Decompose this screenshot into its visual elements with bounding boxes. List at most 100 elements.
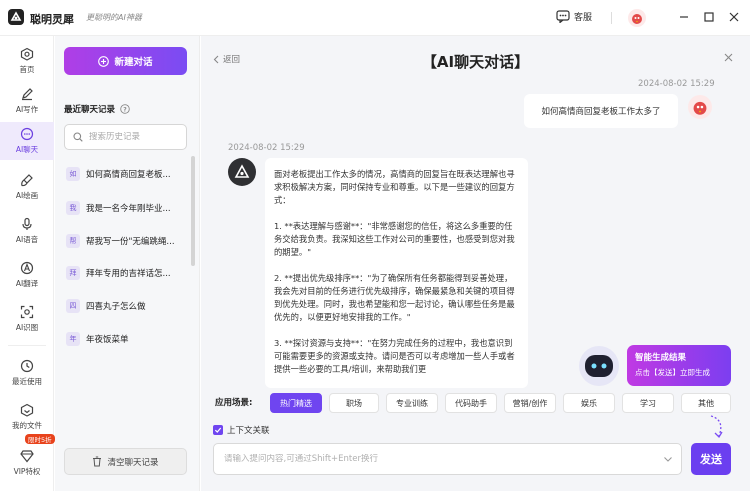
svg-text:?: ?	[123, 106, 127, 113]
bot-paragraph: 2. **提出优先级排序**："为了确保所有任务都能得到妥善处理，我会先对目前的…	[274, 273, 515, 322]
customer-service-button[interactable]: 客服	[556, 10, 592, 23]
history-item-badge: 如	[66, 167, 80, 181]
history-scrollbar[interactable]	[191, 156, 195, 266]
nav-item-ai-painting[interactable]: AI绘画	[0, 168, 54, 206]
image-recognition-icon	[20, 305, 34, 319]
history-item[interactable]: 四 四喜丸子怎么做	[66, 295, 190, 317]
bot-paragraph: 1. **表达理解与感谢**："非常感谢您的信任，将这么多重要的任务交给我负责。…	[274, 221, 515, 257]
context-toggle[interactable]: 上下文关联	[213, 424, 270, 436]
history-search[interactable]	[64, 124, 187, 150]
history-item-badge: 年	[66, 332, 80, 346]
maximize-button[interactable]	[702, 10, 716, 24]
user-message-time: 2024-08-02 15:29	[638, 79, 715, 89]
bot-paragraph: 3. **探讨资源与支持**："在努力完成任务的过程中，我也意识到可能需要更多的…	[274, 338, 515, 374]
checkbox-checked-icon[interactable]	[213, 425, 223, 435]
customer-service-label: 客服	[574, 13, 593, 23]
nav-label: AI翻译	[15, 279, 39, 288]
scene-chip-study[interactable]: 学习	[622, 393, 674, 413]
nav-label: AI绘画	[15, 191, 39, 200]
user-message-avatar	[688, 95, 712, 119]
home-icon	[20, 47, 34, 61]
user-message: 如何高情商回复老板工作太多了	[524, 94, 678, 128]
bot-message-time: 2024-08-02 15:29	[228, 143, 305, 153]
nav-divider	[8, 345, 46, 346]
new-chat-button[interactable]: 新建对话	[64, 47, 187, 75]
scene-chip-entertainment[interactable]: 娱乐	[563, 393, 615, 413]
clear-history-button[interactable]: 清空聊天记录	[64, 448, 187, 475]
history-item[interactable]: 年 年夜饭菜单	[66, 328, 190, 350]
nav-item-home[interactable]: 首页	[0, 42, 54, 80]
robot-assistant-icon[interactable]	[576, 343, 622, 389]
history-item-badge: 帮	[66, 234, 80, 248]
nav-label: 首页	[19, 65, 35, 74]
history-item-text: 帮我写一份"无编跳绳...	[86, 237, 175, 247]
folder-icon	[20, 403, 34, 417]
divider	[611, 12, 612, 24]
nav-label: 最近使用	[12, 377, 42, 386]
translate-icon	[20, 261, 34, 275]
chat-title: 【AI聊天对话】	[421, 53, 530, 71]
bot-message: 面对老板提出工作太多的情况，高情商的回复旨在既表达理解也寻求积极解决方案，同时保…	[265, 158, 528, 388]
smart-generate-tip[interactable]: 智能生成结果 点击【发送】立即生成	[627, 345, 731, 386]
scene-chip-marketing[interactable]: 营销/创作	[504, 393, 556, 413]
clock-icon	[20, 359, 34, 373]
minimize-icon	[680, 16, 688, 18]
send-button[interactable]: 发送	[691, 443, 731, 475]
history-item[interactable]: 如 如何高情商回复老板...	[66, 163, 190, 185]
clear-history-label: 清空聊天记录	[107, 457, 159, 468]
nav-item-ai-image-recognition[interactable]: AI识图	[0, 300, 54, 338]
history-panel: 新建对话 最近聊天记录 ? 如 如何高情商回复老板... 我 我是一名今年刚毕业…	[55, 36, 200, 491]
smart-generate-title: 智能生成结果	[635, 353, 687, 363]
chevron-down-icon[interactable]	[663, 454, 673, 464]
help-icon[interactable]: ?	[120, 104, 130, 114]
maximize-icon	[704, 12, 714, 22]
close-icon	[729, 12, 739, 22]
nav-item-vip[interactable]: VIP特权	[0, 444, 54, 482]
scene-label: 应用场景:	[215, 398, 253, 408]
nav-label: AI识图	[15, 323, 39, 332]
dashed-arrow-icon	[710, 415, 723, 439]
minimize-button[interactable]	[677, 10, 691, 24]
history-title-text: 最近聊天记录	[64, 105, 116, 115]
vip-discount-badge: 限时5折	[25, 434, 55, 444]
history-item[interactable]: 拜 拜年专用的吉祥话怎...	[66, 262, 190, 284]
history-search-input[interactable]	[89, 132, 184, 142]
chat-bubble-icon	[556, 10, 570, 23]
nav-item-ai-translate[interactable]: AI翻译	[0, 256, 54, 294]
scene-chip-hot[interactable]: 热门精选	[270, 393, 322, 413]
search-icon	[73, 132, 83, 142]
bot-paragraph: 面对老板提出工作太多的情况，高情商的回复旨在既表达理解也寻求积极解决方案，同时保…	[274, 169, 515, 205]
scene-chip-workplace[interactable]: 职场	[329, 393, 379, 413]
trash-icon	[93, 456, 102, 467]
history-item-text: 如何高情商回复老板...	[86, 170, 171, 180]
bot-avatar	[228, 158, 256, 186]
message-input[interactable]	[224, 454, 644, 464]
nav-label: AI聊天	[15, 145, 39, 154]
chat-main: 返回 【AI聊天对话】 2024-08-02 15:29 如何高情商回复老板工作…	[201, 36, 750, 491]
close-chat-button[interactable]	[724, 53, 733, 65]
history-item-text: 我是一名今年刚毕业...	[86, 204, 171, 214]
nav-label: 我的文件	[12, 421, 42, 430]
diamond-icon	[20, 450, 34, 463]
history-item-text: 拜年专用的吉祥话怎...	[86, 269, 171, 279]
nav-item-ai-writing[interactable]: AI写作	[0, 82, 54, 120]
new-chat-label: 新建对话	[114, 57, 153, 68]
context-label: 上下文关联	[227, 426, 270, 436]
history-item[interactable]: 帮 帮我写一份"无编跳绳...	[66, 230, 190, 252]
history-item[interactable]: 我 我是一名今年刚毕业...	[66, 197, 190, 219]
scene-chip-code[interactable]: 代码助手	[445, 393, 497, 413]
app-name: 聪明灵犀	[30, 13, 74, 26]
user-avatar[interactable]	[628, 9, 646, 27]
close-button[interactable]	[727, 10, 741, 24]
nav-item-ai-voice[interactable]: AI语音	[0, 212, 54, 250]
nav-item-recent[interactable]: 最近使用	[0, 354, 54, 392]
nav-item-ai-chat[interactable]: AI聊天	[0, 122, 54, 160]
smart-generate-subtitle: 点击【发送】立即生成	[635, 368, 710, 377]
scene-chip-training[interactable]: 专业训练	[386, 393, 438, 413]
message-input-box[interactable]	[213, 443, 682, 475]
app-logo-icon	[8, 9, 24, 25]
history-item-badge: 我	[66, 201, 80, 215]
nav-label: AI语音	[15, 235, 39, 244]
nav-item-my-files[interactable]: 我的文件	[0, 398, 54, 436]
scene-chip-other[interactable]: 其他	[681, 393, 731, 413]
